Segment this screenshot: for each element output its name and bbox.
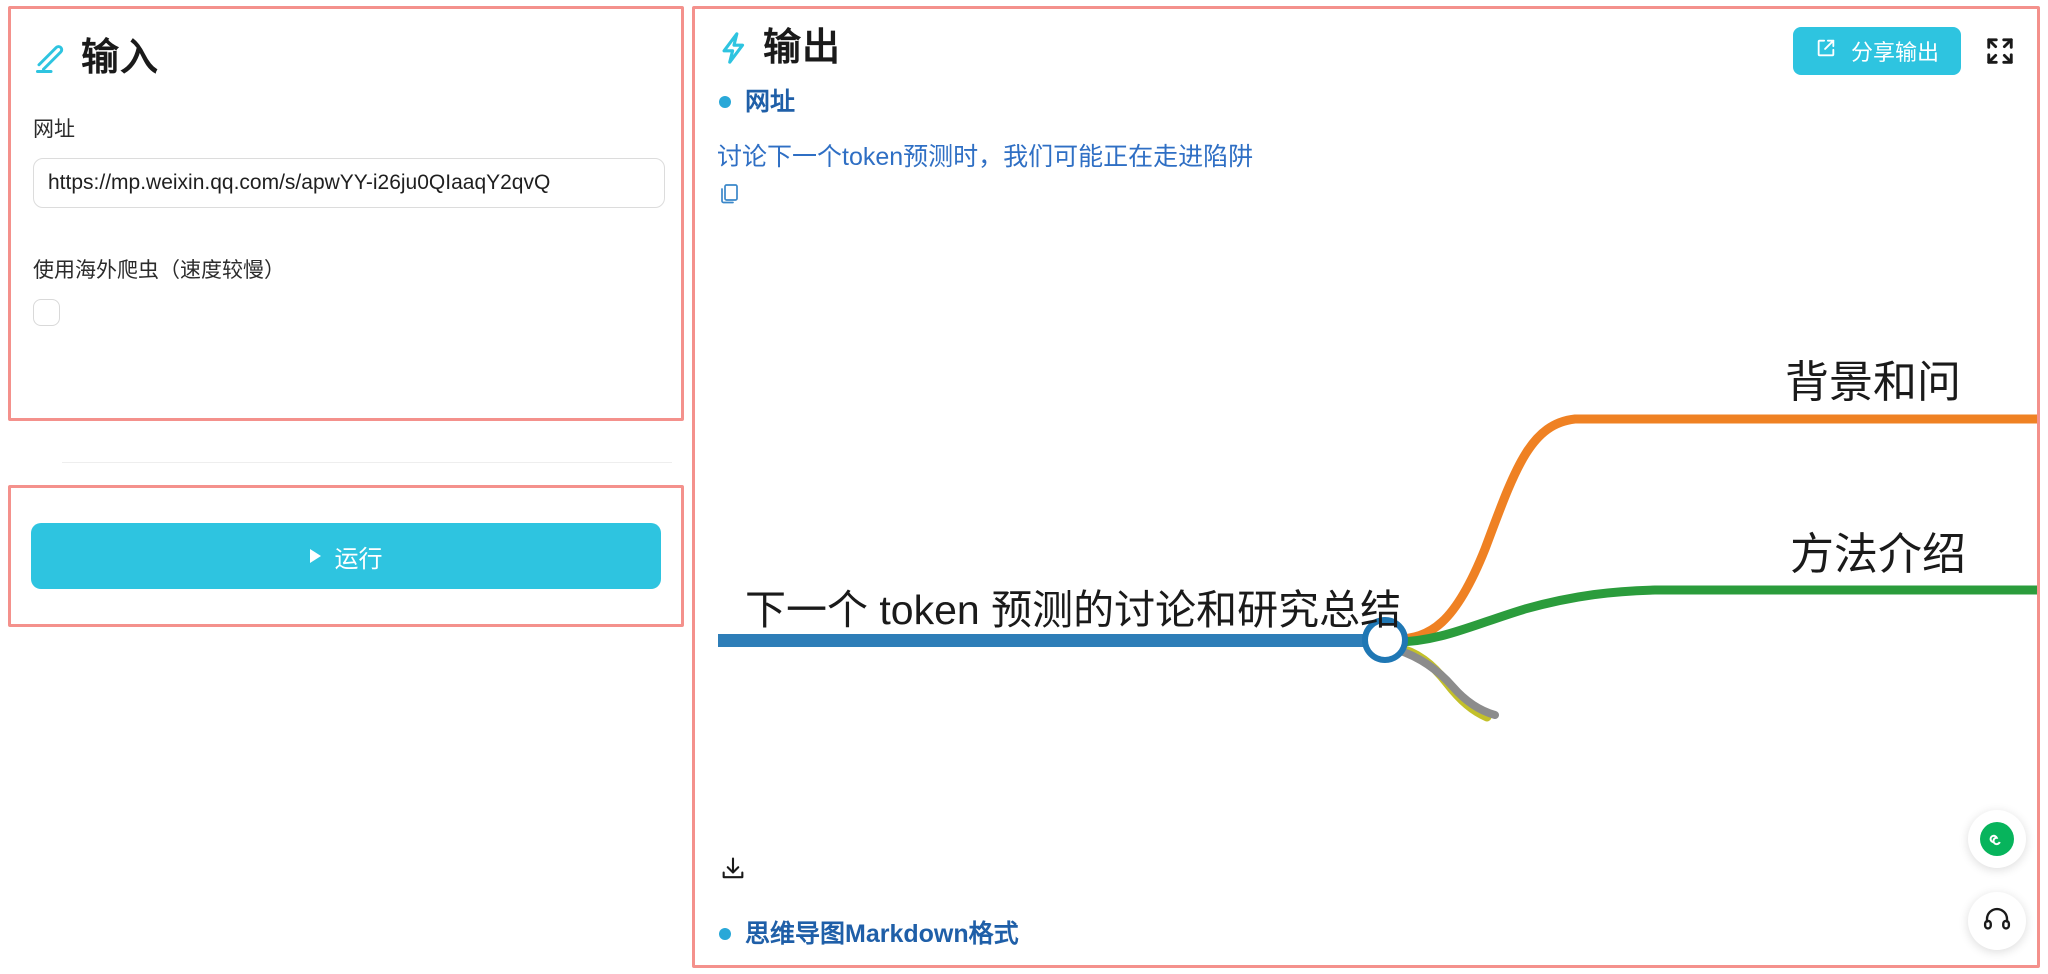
mindmap-branch-line: [1390, 414, 2037, 644]
overseas-crawler-checkbox[interactable]: [33, 299, 60, 327]
lightning-bolt-icon: [717, 31, 751, 65]
section-label: 网址: [745, 88, 796, 116]
pencil-icon: [33, 40, 69, 76]
section-heading-url: 网址: [695, 87, 2037, 117]
external-link-icon: [1815, 37, 1837, 65]
mindmap-branch-label: 背景和问: [1785, 358, 1961, 407]
mindmap-root-underline: [718, 634, 1372, 647]
mindmap-branch-line: [1391, 645, 1499, 719]
wechat-miniprogram-icon: [1980, 822, 2014, 856]
mindmap-root-label: 下一个 token 预测的讨论和研究总结: [745, 587, 1401, 633]
output-actions: 分享输出: [1792, 27, 2017, 75]
mindmap-canvas[interactable]: 下一个 token 预测的讨论和研究总结 背景和问 方法介绍: [695, 219, 2037, 879]
overseas-crawler-label: 使用海外爬虫（速度较慢）: [33, 259, 285, 283]
bullet-dot-icon: [719, 96, 731, 108]
run-button-label: 运行: [334, 545, 383, 573]
mindmap-branch-label: 方法介绍: [1790, 530, 1966, 579]
fullscreen-expand-icon[interactable]: [1983, 34, 2017, 68]
share-output-label: 分享输出: [1850, 40, 1939, 65]
app-root: 输入 网址 使用海外爬虫（速度较慢） 运行: [0, 0, 2048, 974]
output-column: 输出 分享输出 网址 讨论下一个token预测时，我们可能正在走进陷阱 下一个 …: [692, 0, 2048, 974]
section-divider: [62, 462, 672, 463]
page-title: 输入: [81, 37, 160, 79]
play-icon: [309, 549, 321, 563]
wechat-miniprogram-button[interactable]: [1968, 810, 2026, 868]
download-icon[interactable]: [719, 855, 749, 885]
result-title: 讨论下一个token预测时，我们可能正在走进陷阱: [717, 143, 1254, 171]
url-input[interactable]: [33, 158, 665, 209]
run-button[interactable]: 运行: [31, 523, 661, 589]
input-panel-header: 输入: [33, 39, 659, 77]
input-column: 输入 网址 使用海外爬虫（速度较慢） 运行: [0, 0, 692, 974]
copy-icon[interactable]: [695, 182, 738, 211]
output-panel: 输出 分享输出 网址 讨论下一个token预测时，我们可能正在走进陷阱 下一个 …: [692, 6, 2040, 968]
floating-action-buttons: [1968, 810, 2026, 950]
input-panel: 输入 网址 使用海外爬虫（速度较慢）: [8, 6, 684, 421]
mindmap-branch-line: [1390, 585, 2037, 647]
section-label: 思维导图Markdown格式: [745, 920, 1019, 948]
run-panel: 运行: [8, 485, 684, 627]
bullet-dot-icon: [719, 928, 731, 940]
headphones-icon: [1982, 904, 2012, 939]
mindmap-svg: 下一个 token 预测的讨论和研究总结 背景和问 方法介绍: [718, 358, 2037, 722]
share-output-button[interactable]: 分享输出: [1792, 27, 1961, 75]
url-field-label: 网址: [33, 118, 75, 141]
support-button[interactable]: [1968, 892, 2026, 950]
section-heading-mindmap-markdown: 思维导图Markdown格式: [719, 919, 1019, 949]
output-title: 输出: [763, 27, 842, 69]
